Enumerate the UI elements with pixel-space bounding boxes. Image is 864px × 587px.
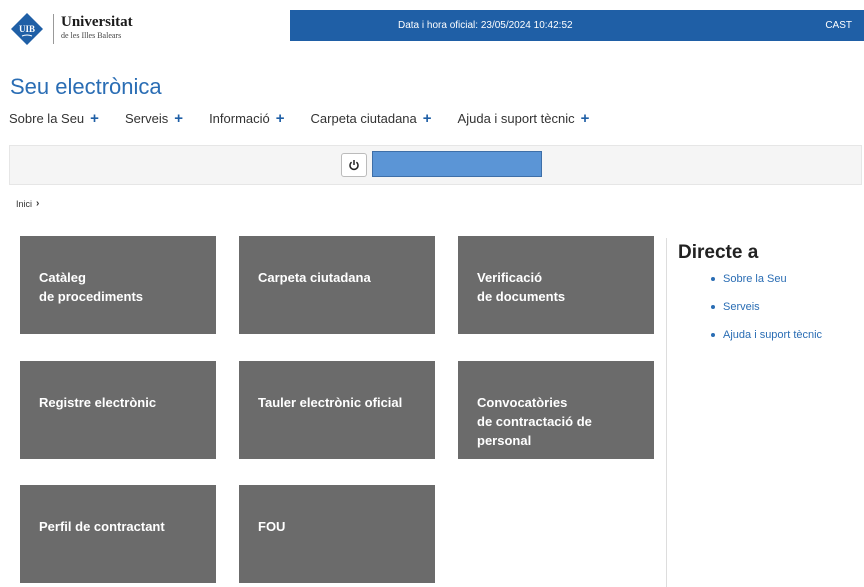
nav-item-carpeta-ciutadana[interactable]: Carpeta ciutadana + [311, 108, 432, 128]
page-title: Seu electrònica [10, 74, 162, 99]
tile-convocatories[interactable]: Convocatòries de contractació de persona… [458, 361, 654, 459]
tile-tauler-electronic[interactable]: Tauler electrònic oficial [239, 361, 435, 459]
nav-item-label: Ajuda i suport tècnic [457, 110, 575, 126]
nav-item-label: Carpeta ciutadana [310, 110, 417, 126]
nav-item-serveis[interactable]: Serveis + [125, 108, 183, 128]
breadcrumb-home-link[interactable]: Inici [16, 199, 32, 209]
user-session-field[interactable] [372, 151, 542, 177]
plus-icon: + [174, 109, 184, 127]
logout-button[interactable] [341, 153, 367, 177]
language-switch-link[interactable]: CAST [825, 10, 852, 41]
nav-item-sobre-la-seu[interactable]: Sobre la Seu + [9, 108, 99, 128]
sidebar-divider [666, 238, 667, 587]
main-nav: Sobre la Seu + Serveis + Informació + Ca… [9, 108, 615, 128]
nav-item-ajuda[interactable]: Ajuda i suport tècnic + [458, 108, 590, 128]
university-subtitle: de les Illes Balears [61, 31, 122, 40]
top-bar: Data i hora oficial: 23/05/2024 10:42:52… [290, 10, 864, 41]
university-name: Universitat [61, 14, 133, 30]
directe-link-serveis[interactable]: Serveis [711, 300, 822, 315]
chevron-right-icon: › [36, 198, 40, 209]
login-bar [9, 145, 862, 185]
tile-carpeta-ciutadana[interactable]: Carpeta ciutadana [239, 236, 435, 334]
directe-link-ajuda[interactable]: Ajuda i suport tècnic [711, 328, 822, 343]
tile-registre-electronic[interactable]: Registre electrònic [20, 361, 216, 459]
official-datetime: Data i hora oficial: 23/05/2024 10:42:52 [398, 20, 573, 31]
nav-item-label: Serveis [124, 110, 169, 126]
directe-title: Directe a [678, 242, 759, 263]
nav-item-label: Sobre la Seu [9, 110, 85, 126]
logo-text: UIB [19, 24, 35, 34]
power-icon [349, 160, 359, 171]
nav-item-label: Informació [209, 110, 270, 126]
logo-divider [53, 14, 54, 44]
tile-perfil-contractant[interactable]: Perfil de contractant [20, 485, 216, 583]
uib-logo-icon: UIB [11, 13, 43, 45]
plus-icon: + [580, 109, 590, 127]
tile-fou[interactable]: FOU [239, 485, 435, 583]
directe-links: Sobre la Seu Serveis Ajuda i suport tècn… [711, 272, 822, 356]
uib-logo[interactable]: UIB [10, 12, 44, 46]
directe-link-sobre-la-seu[interactable]: Sobre la Seu [711, 272, 822, 287]
plus-icon: + [275, 109, 285, 127]
nav-item-informacio[interactable]: Informació + [209, 108, 284, 128]
plus-icon: + [422, 109, 432, 127]
plus-icon: + [90, 109, 99, 127]
breadcrumb: Inici › [16, 198, 39, 209]
tile-verificacio-documents[interactable]: Verificació de documents [458, 236, 654, 334]
tile-cataleg-procediments[interactable]: Catàleg de procediments [20, 236, 216, 334]
